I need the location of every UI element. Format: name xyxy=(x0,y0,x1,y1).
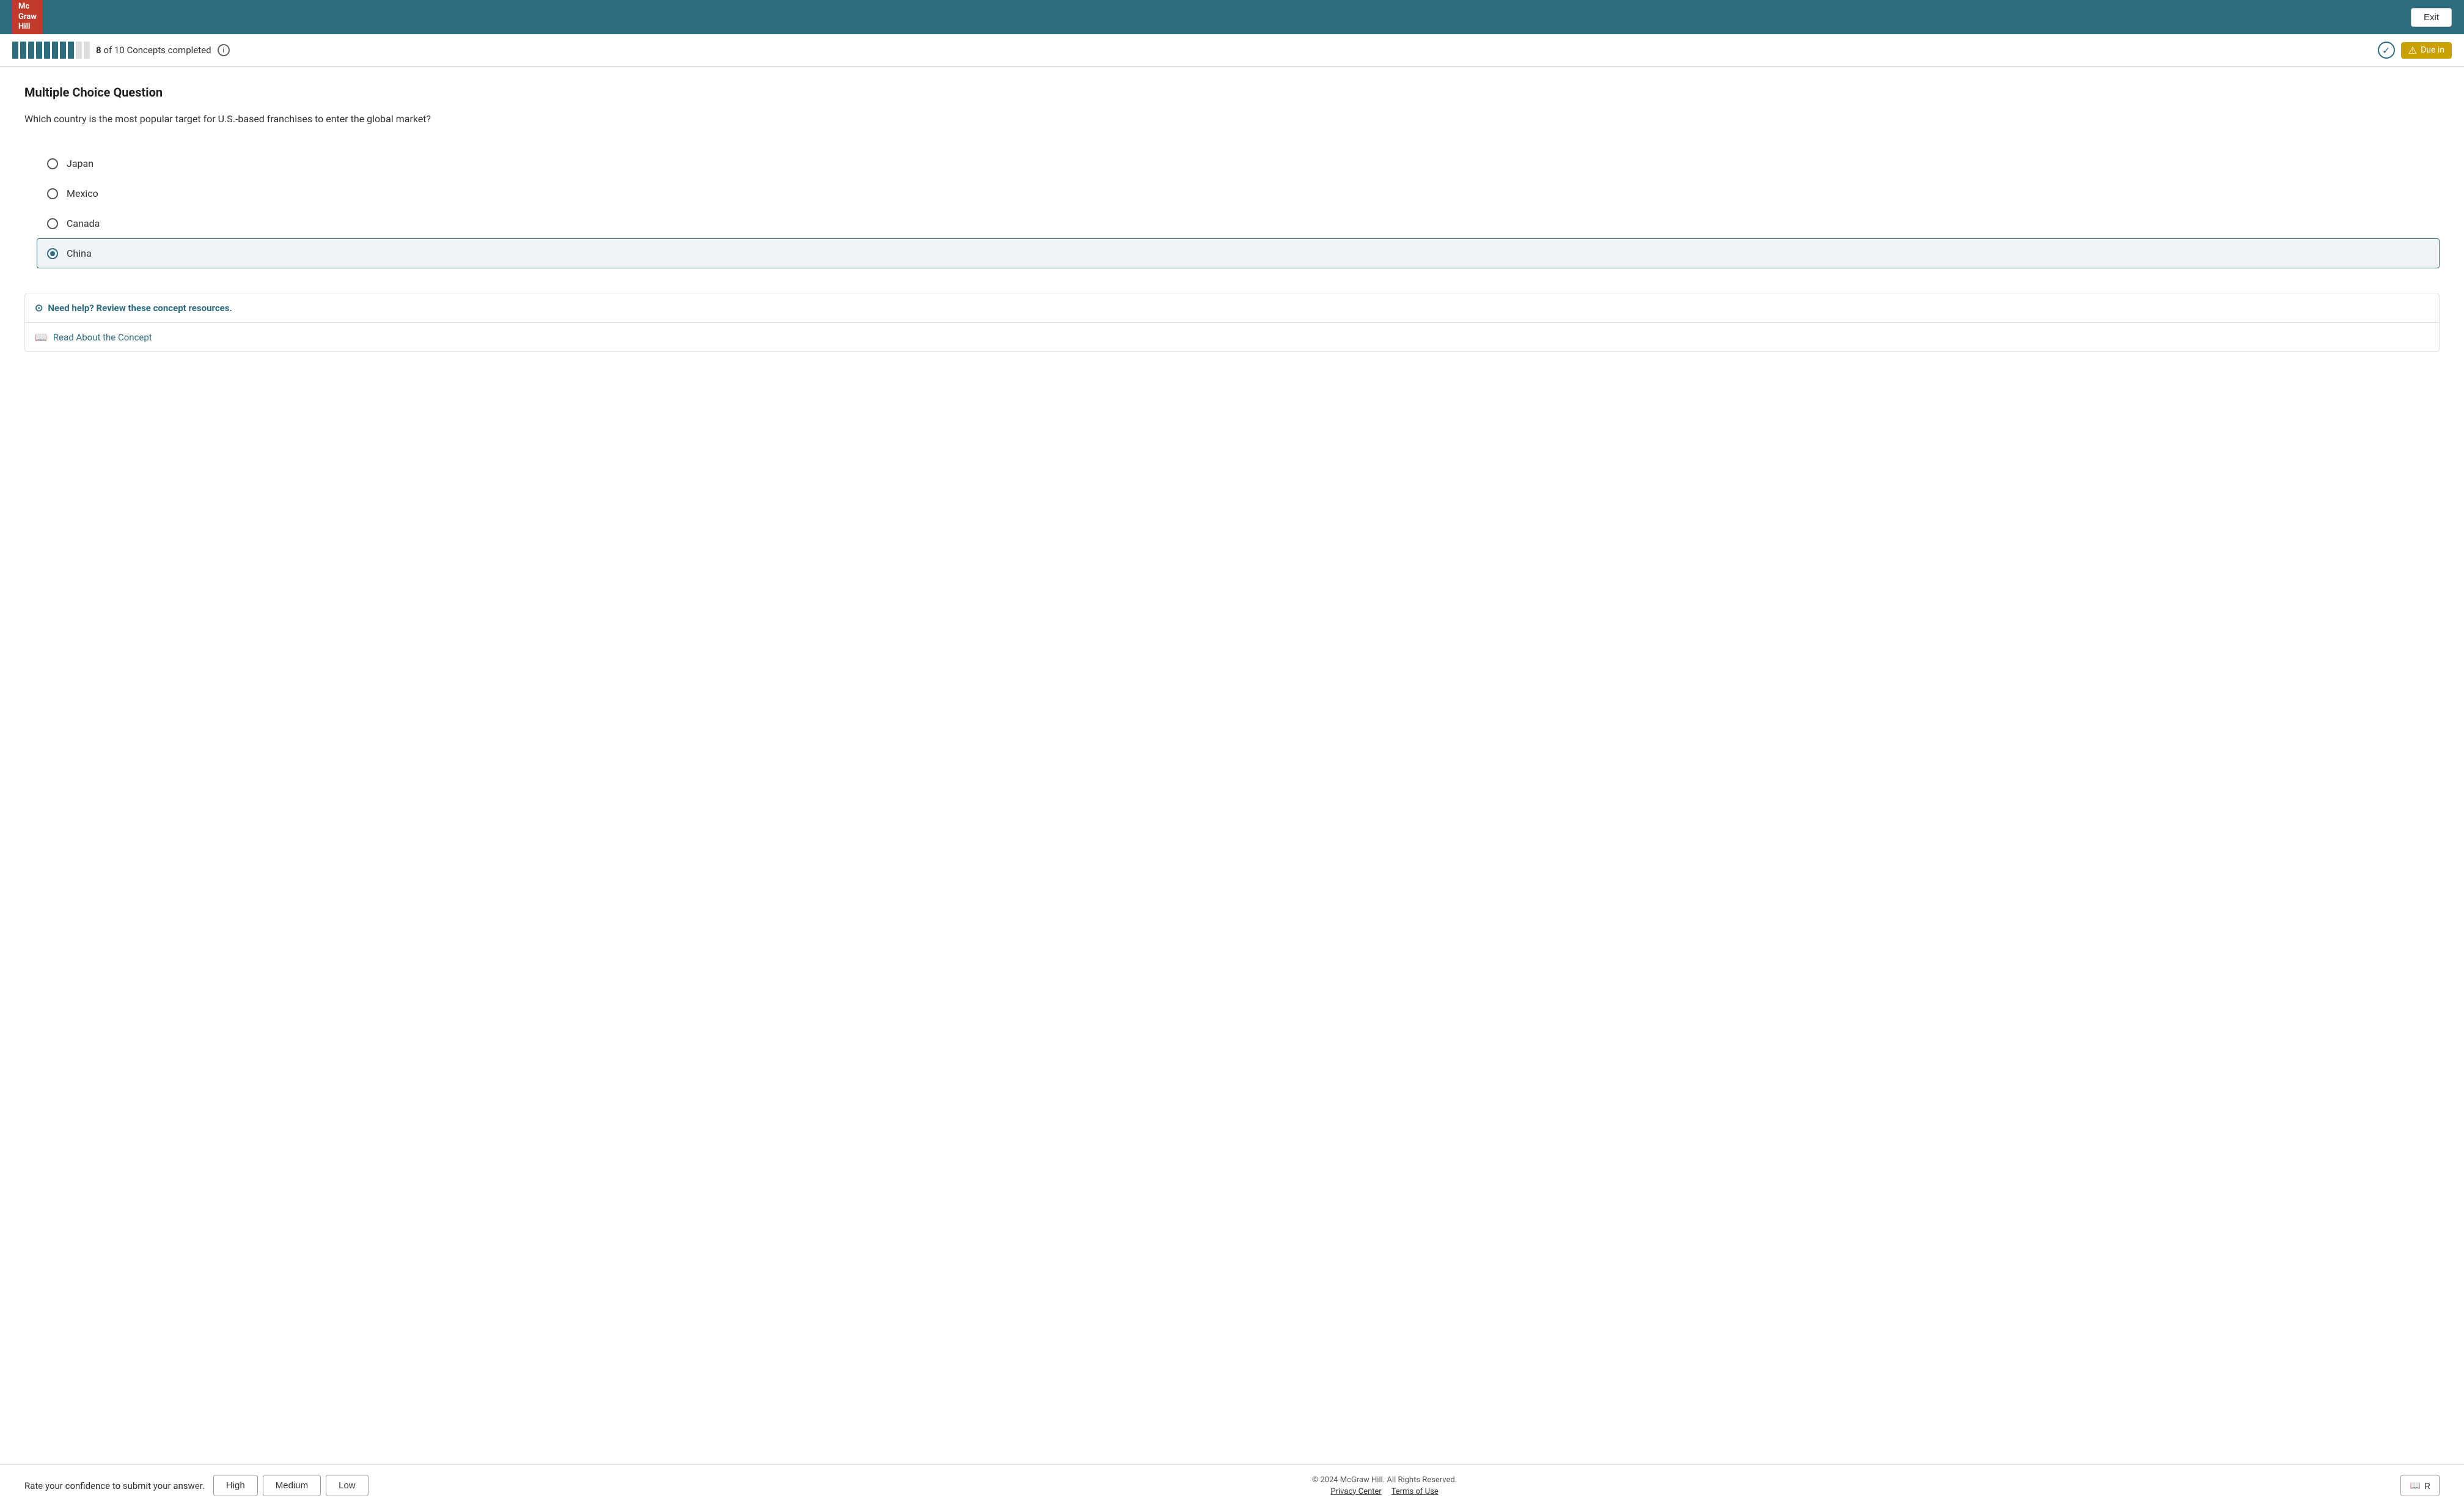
answer-label-mexico: Mexico xyxy=(67,188,98,199)
answer-option-mexico[interactable]: Mexico xyxy=(37,178,2440,208)
footer-info: © 2024 McGraw Hill. All Rights Reserved.… xyxy=(1312,1475,1457,1496)
footer-links: Privacy Center Terms of Use xyxy=(1312,1487,1457,1496)
answer-label-china: China xyxy=(67,248,92,259)
answer-option-canada[interactable]: Canada xyxy=(37,208,2440,238)
progress-segments xyxy=(12,42,90,59)
help-body[interactable]: 📖 Read About the Concept xyxy=(25,323,2439,351)
radio-circle-mexico xyxy=(47,188,58,199)
radio-circle-japan xyxy=(47,158,58,169)
progress-segment-7 xyxy=(60,42,66,59)
answer-label-japan: Japan xyxy=(67,158,94,169)
answer-option-china[interactable]: China xyxy=(37,238,2440,268)
check-circle-icon: ✓ xyxy=(2378,42,2395,59)
exit-button[interactable]: Exit xyxy=(2411,8,2452,27)
high-confidence-button[interactable]: High xyxy=(213,1475,258,1496)
progress-right: ✓ ⚠ Due in xyxy=(2378,42,2452,59)
confidence-area: Rate your confidence to submit your answ… xyxy=(24,1475,369,1496)
terms-of-use-link[interactable]: Terms of Use xyxy=(1392,1487,1439,1496)
progress-segment-10 xyxy=(84,42,90,59)
main-content: Multiple Choice Question Which country i… xyxy=(0,67,2464,1506)
warning-icon: ⚠ xyxy=(2408,45,2417,56)
copyright-text: © 2024 McGraw Hill. All Rights Reserved. xyxy=(1312,1475,1457,1485)
book-icon-small: 📖 xyxy=(2410,1480,2420,1491)
question-text: Which country is the most popular target… xyxy=(24,112,2440,127)
progress-segment-3 xyxy=(28,42,34,59)
radio-circle-canada xyxy=(47,218,58,229)
confidence-label: Rate your confidence to submit your answ… xyxy=(24,1480,205,1491)
progress-segment-4 xyxy=(36,42,42,59)
progress-segment-6 xyxy=(52,42,58,59)
book-icon: 📖 xyxy=(35,331,47,343)
question-type-label: Multiple Choice Question xyxy=(24,85,2440,100)
progress-bar-area: 8 of 10 Concepts completed i ✓ ⚠ Due in xyxy=(0,34,2464,67)
top-navigation: Mc Graw Hill Exit xyxy=(0,0,2464,34)
due-badge: ⚠ Due in xyxy=(2401,42,2452,59)
info-icon[interactable]: i xyxy=(218,44,230,56)
help-header[interactable]: ⊙ Need help? Review these concept resour… xyxy=(25,293,2439,323)
answer-option-japan[interactable]: Japan xyxy=(37,149,2440,178)
chevron-down-icon: ⊙ xyxy=(35,302,43,314)
progress-left: 8 of 10 Concepts completed i xyxy=(12,42,230,59)
progress-segment-5 xyxy=(44,42,50,59)
bottom-footer: Rate your confidence to submit your answ… xyxy=(0,1464,2464,1506)
progress-segment-1 xyxy=(12,42,18,59)
radio-circle-china xyxy=(47,248,58,259)
confidence-buttons: High Medium Low xyxy=(213,1475,369,1496)
answer-label-canada: Canada xyxy=(67,218,100,229)
progress-segment-2 xyxy=(20,42,26,59)
read-concept-button[interactable]: 📖 R xyxy=(2400,1475,2440,1496)
mcgraw-hill-logo: Mc Graw Hill xyxy=(12,0,43,36)
low-confidence-button[interactable]: Low xyxy=(326,1475,369,1496)
privacy-center-link[interactable]: Privacy Center xyxy=(1330,1487,1381,1496)
progress-text: 8 of 10 Concepts completed xyxy=(96,45,211,56)
answer-options: Japan Mexico Canada China xyxy=(37,149,2440,268)
progress-segment-9 xyxy=(76,42,82,59)
medium-confidence-button[interactable]: Medium xyxy=(263,1475,321,1496)
help-section: ⊙ Need help? Review these concept resour… xyxy=(24,293,2440,352)
progress-segment-8 xyxy=(68,42,74,59)
